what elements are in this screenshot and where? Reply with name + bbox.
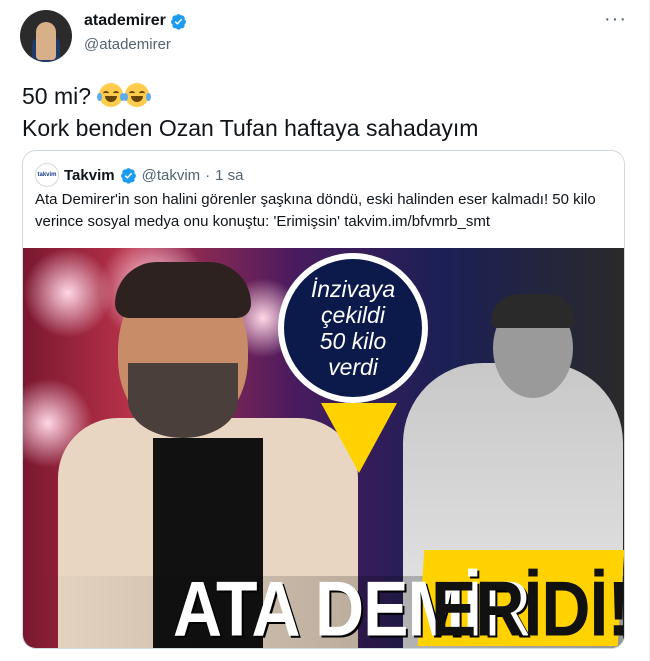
- face-with-tears-of-joy-icon: [97, 83, 126, 107]
- badge-line-1: İnzivaya: [310, 276, 396, 302]
- takvim-logo: takvim: [35, 163, 59, 187]
- quoted-timestamp: 1 sa: [215, 166, 244, 184]
- verified-badge-icon: [120, 167, 136, 184]
- verified-badge-icon: [170, 13, 186, 30]
- author-name[interactable]: atademirer: [84, 12, 166, 30]
- headline-yellow-text: ERİDİ!: [431, 565, 625, 649]
- tweet: atademirer @atademirer ··· 50 mi? Kork b…: [0, 0, 650, 661]
- badge-arrow: [321, 403, 397, 473]
- meta-separator: ·: [205, 166, 211, 184]
- quoted-tweet-text: Ata Demirer'in son halini görenler şaşkı…: [35, 191, 596, 230]
- media-badge: İnzivaya çekildi 50 kilo verdi: [278, 253, 428, 403]
- face-with-tears-of-joy-icon: [123, 83, 152, 107]
- badge-line-2: çekildi: [321, 302, 385, 328]
- quoted-tweet-header: takvim Takvim @takvim · 1 sa: [35, 163, 244, 187]
- badge-line-3: 50 kilo: [319, 328, 387, 354]
- more-horizontal-icon[interactable]: ···: [604, 9, 627, 29]
- quoted-author-name: Takvim: [64, 166, 115, 184]
- author-name-row: atademirer: [84, 12, 187, 30]
- tweet-line-2: Kork benden Ozan Tufan haftaya sahadayım: [22, 115, 479, 141]
- tweet-text: 50 mi? Kork benden Ozan Tufan haftaya sa…: [22, 80, 478, 144]
- badge-line-4: verdi: [328, 354, 378, 380]
- avatar[interactable]: [20, 10, 72, 62]
- quoted-tweet[interactable]: takvim Takvim @takvim · 1 sa Ata Demirer…: [22, 150, 625, 649]
- quoted-media-image[interactable]: İnzivaya çekildi 50 kilo verdi ATA DEMİR…: [23, 248, 625, 649]
- quoted-author-handle: @takvim: [141, 166, 201, 184]
- author-handle[interactable]: @atademirer: [84, 36, 171, 53]
- tweet-line-1: 50 mi?: [22, 83, 92, 109]
